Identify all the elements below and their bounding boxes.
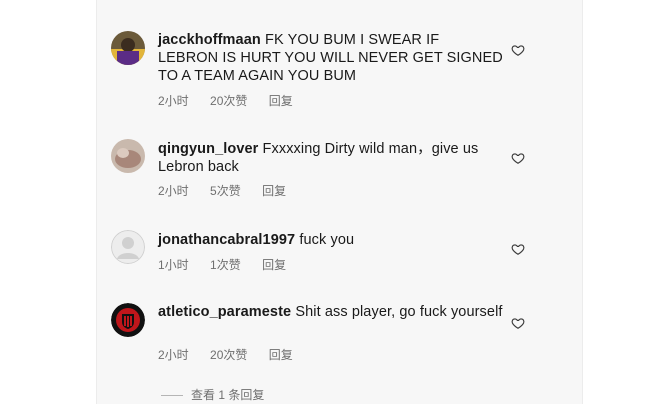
comment-meta: 1小时 1次赞 回复	[158, 256, 304, 273]
heart-icon[interactable]	[511, 151, 525, 165]
user-avatar[interactable]	[111, 303, 145, 337]
reply-button[interactable]: 回复	[269, 94, 293, 108]
comment-likes[interactable]: 20次赞	[210, 348, 247, 362]
comments-panel: jacckhoffmaan FK YOU BUM I SWEAR IF LEBR…	[96, 0, 583, 404]
page: jacckhoffmaan FK YOU BUM I SWEAR IF LEBR…	[0, 0, 646, 404]
heart-icon[interactable]	[511, 242, 525, 256]
comment-likes[interactable]: 20次赞	[210, 94, 247, 108]
comment-time: 2小时	[158, 94, 189, 108]
reply-button[interactable]: 回复	[262, 184, 286, 198]
user-avatar[interactable]	[111, 31, 145, 65]
comment-time: 1小时	[158, 258, 189, 272]
comment-username[interactable]: jonathancabral1997	[158, 232, 295, 248]
reply-button[interactable]: 回复	[262, 258, 286, 272]
view-replies-button[interactable]: 查看 1 条回复	[161, 386, 264, 403]
comment-likes[interactable]: 5次赞	[210, 184, 241, 198]
comment-body: jonathancabral1997 fuck you	[158, 231, 503, 249]
comment-text: fuck you	[299, 232, 355, 248]
comment-body: atletico_parameste Shit ass player, go f…	[158, 303, 503, 321]
comment-username[interactable]: qingyun_lover	[158, 141, 258, 157]
user-avatar[interactable]	[111, 230, 145, 264]
comment-meta: 2小时 5次赞 回复	[158, 182, 304, 199]
divider-line	[161, 395, 183, 397]
comment-time: 2小时	[158, 348, 189, 362]
comment-body: qingyun_lover Fxxxxing Dirty wild man，gi…	[158, 140, 503, 176]
comment-username[interactable]: atletico_parameste	[158, 304, 291, 320]
comment-meta: 2小时 20次赞 回复	[158, 346, 311, 363]
comment-text: Shit ass player, go fuck yourself	[295, 304, 503, 320]
comment-body: jacckhoffmaan FK YOU BUM I SWEAR IF LEBR…	[158, 31, 503, 85]
comment-time: 2小时	[158, 184, 189, 198]
comment-meta: 2小时 20次赞 回复	[158, 92, 311, 109]
user-avatar[interactable]	[111, 139, 145, 173]
comment-likes[interactable]: 1次赞	[210, 258, 241, 272]
comment-username[interactable]: jacckhoffmaan	[158, 32, 261, 48]
heart-icon[interactable]	[511, 316, 525, 330]
reply-button[interactable]: 回复	[269, 348, 293, 362]
view-replies-label: 查看 1 条回复	[191, 388, 265, 402]
heart-icon[interactable]	[511, 43, 525, 57]
